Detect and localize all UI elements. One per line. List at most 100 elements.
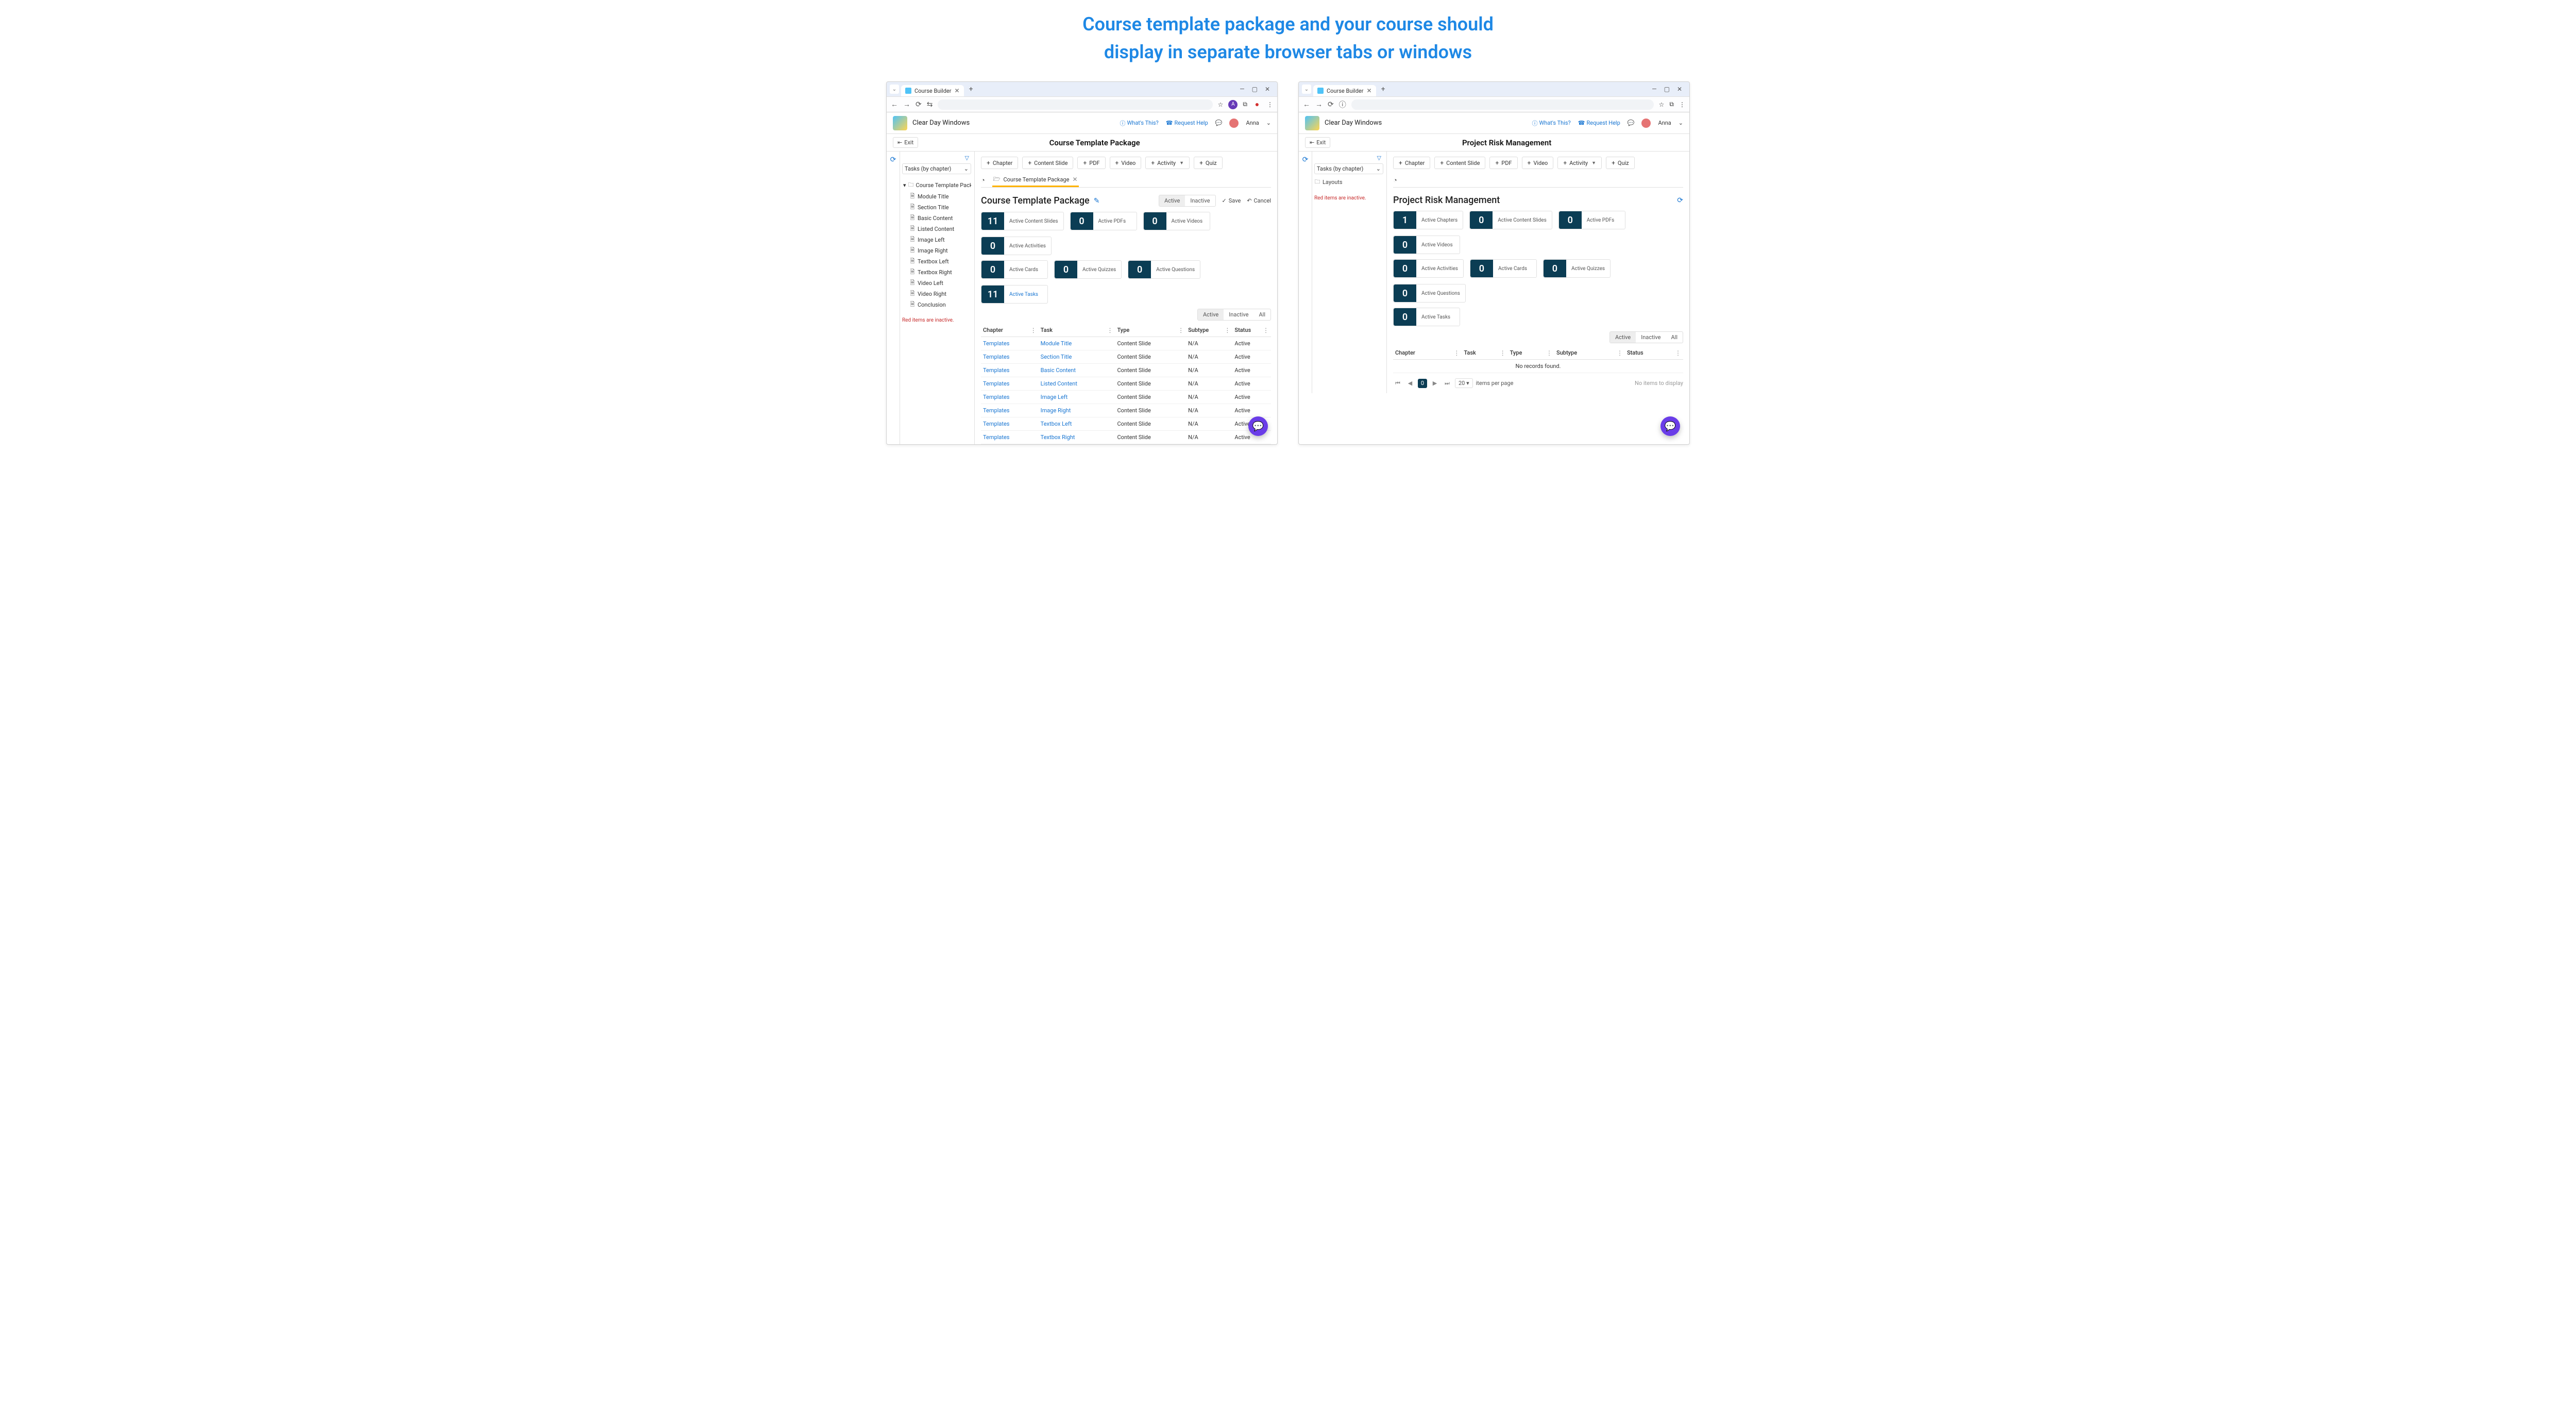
- forward-icon[interactable]: →: [1315, 100, 1323, 109]
- notif-icon[interactable]: ●: [1252, 100, 1262, 109]
- new-tab-button[interactable]: +: [966, 84, 976, 94]
- table-row[interactable]: TemplatesModule TitleContent SlideN/AAct…: [981, 337, 1271, 350]
- stat-card[interactable]: 0Active Cards: [981, 260, 1048, 279]
- col-subtype[interactable]: Subtype⋮: [1554, 346, 1625, 360]
- filter-all[interactable]: All: [1666, 332, 1683, 343]
- tree-item[interactable]: 🗎Image Right: [902, 245, 971, 256]
- stat-card[interactable]: 0Active Activities: [1393, 259, 1464, 278]
- tree-item[interactable]: 🗎Module Title: [902, 191, 971, 202]
- user-name[interactable]: Anna: [1658, 120, 1671, 126]
- pager-prev[interactable]: ◀: [1405, 379, 1415, 388]
- extensions-icon[interactable]: ⧉: [1243, 100, 1247, 108]
- state-active[interactable]: Active: [1159, 195, 1185, 206]
- address-bar[interactable]: [938, 99, 1212, 110]
- stat-card[interactable]: 0Active PDFs: [1070, 212, 1137, 230]
- add-content-slide-button[interactable]: +Content Slide: [1022, 157, 1073, 169]
- page-size-select[interactable]: 20 ▾: [1455, 378, 1473, 388]
- profile-chip[interactable]: A: [1228, 100, 1238, 109]
- menu-icon[interactable]: ⋮: [1267, 101, 1273, 108]
- edit-icon[interactable]: ✎: [1094, 197, 1100, 205]
- table-row[interactable]: TemplatesSection TitleContent SlideN/AAc…: [981, 350, 1271, 364]
- stat-card[interactable]: 0Active Quizzes: [1054, 260, 1122, 279]
- tree-item[interactable]: 🗎Listed Content: [902, 224, 971, 234]
- col-menu-icon[interactable]: ⋮: [1617, 349, 1623, 357]
- save-button[interactable]: ✓Save: [1222, 197, 1241, 204]
- filter-inactive[interactable]: Inactive: [1636, 332, 1666, 343]
- new-tab-button[interactable]: +: [1378, 84, 1388, 94]
- stat-card[interactable]: 11Active Tasks: [981, 285, 1048, 304]
- cell-chapter[interactable]: Templates: [983, 407, 1009, 414]
- tree-item[interactable]: 🗎Textbox Left: [902, 256, 971, 267]
- col-type[interactable]: Type⋮: [1115, 324, 1187, 337]
- tab-dropdown[interactable]: ⌄: [1302, 85, 1311, 94]
- col-chapter[interactable]: Chapter⋮: [981, 324, 1039, 337]
- col-menu-icon[interactable]: ⋮: [1546, 349, 1552, 357]
- col-menu-icon[interactable]: ⋮: [1263, 327, 1269, 334]
- exit-button[interactable]: ⇤Exit: [893, 137, 918, 148]
- user-caret-icon[interactable]: ⌄: [1266, 120, 1271, 126]
- star-icon[interactable]: ☆: [1218, 101, 1224, 108]
- pager-next[interactable]: ▶: [1430, 379, 1439, 388]
- menu-icon[interactable]: ⋮: [1679, 101, 1685, 108]
- state-inactive[interactable]: Inactive: [1185, 195, 1215, 206]
- refresh-icon[interactable]: ⟳: [890, 156, 896, 164]
- tab-dropdown[interactable]: ⌄: [890, 85, 899, 94]
- pager-last[interactable]: ⏭: [1443, 379, 1452, 388]
- table-row[interactable]: TemplatesImage LeftContent SlideN/AActiv…: [981, 391, 1271, 404]
- cell-task[interactable]: Basic Content: [1041, 367, 1076, 374]
- col-subtype[interactable]: Subtype⋮: [1186, 324, 1232, 337]
- back-icon[interactable]: ←: [891, 100, 898, 109]
- tree-item[interactable]: 🗎Video Left: [902, 278, 971, 289]
- stat-card[interactable]: 1Active Chapters: [1393, 211, 1463, 229]
- request-help-link[interactable]: ☎Request Help: [1166, 120, 1208, 126]
- cell-task[interactable]: Image Right: [1041, 407, 1071, 414]
- tab-close-icon[interactable]: ✕: [1367, 87, 1372, 94]
- tree-item[interactable]: 🗎Textbox Right: [902, 267, 971, 278]
- filter-inactive[interactable]: Inactive: [1224, 309, 1253, 320]
- col-menu-icon[interactable]: ⋮: [1178, 327, 1184, 334]
- stat-card[interactable]: 0Active Videos: [1143, 212, 1210, 230]
- add-activity-button[interactable]: +Activity▼: [1145, 157, 1190, 169]
- back-icon[interactable]: ←: [1303, 100, 1310, 109]
- stat-card[interactable]: 0Active Questions: [1393, 284, 1466, 303]
- tree-item[interactable]: 🗎Basic Content: [902, 213, 971, 224]
- add-pdf-button[interactable]: +PDF: [1077, 157, 1105, 169]
- cell-task[interactable]: Listed Content: [1041, 380, 1077, 387]
- exit-button[interactable]: ⇤Exit: [1305, 137, 1330, 148]
- add-content-slide-button[interactable]: +Content Slide: [1434, 157, 1485, 169]
- extensions-icon[interactable]: ⧉: [1669, 100, 1674, 108]
- table-state-filter[interactable]: Active Inactive All: [1197, 309, 1271, 321]
- add-quiz-button[interactable]: +Quiz: [1194, 157, 1223, 169]
- table-state-filter[interactable]: Active Inactive All: [1609, 331, 1683, 343]
- tree-root[interactable]: ▾ 🗀 Course Template Package: [902, 179, 971, 191]
- stat-card[interactable]: 0Active Quizzes: [1543, 259, 1611, 278]
- stat-card[interactable]: 0Active PDFs: [1558, 211, 1625, 229]
- filter-icon[interactable]: ▽: [1377, 155, 1381, 161]
- col-menu-icon[interactable]: ⋮: [1453, 349, 1460, 357]
- minimize-icon[interactable]: —: [1652, 86, 1656, 93]
- maximize-icon[interactable]: ▢: [1252, 86, 1258, 93]
- stat-card[interactable]: 0Active Cards: [1470, 259, 1537, 278]
- whats-this-link[interactable]: ⓘWhat's This?: [1120, 119, 1159, 127]
- col-status[interactable]: Status⋮: [1232, 324, 1271, 337]
- tree-item[interactable]: 🗎Section Title: [902, 202, 971, 213]
- chat-icon[interactable]: 💬: [1628, 120, 1635, 126]
- col-chapter[interactable]: Chapter⋮: [1393, 346, 1462, 360]
- layouts-folder[interactable]: 🗀 Layouts: [1314, 176, 1383, 188]
- cell-task[interactable]: Image Left: [1041, 394, 1068, 400]
- avatar[interactable]: [1229, 119, 1239, 128]
- col-menu-icon[interactable]: ⋮: [1675, 349, 1681, 357]
- close-window-icon[interactable]: ✕: [1677, 86, 1682, 93]
- collapse-icon[interactable]: ▾: [903, 182, 906, 189]
- cell-chapter[interactable]: Templates: [983, 421, 1009, 427]
- col-menu-icon[interactable]: ⋮: [1224, 327, 1230, 334]
- browser-tab[interactable]: Course Builder ✕: [1313, 85, 1376, 96]
- cell-chapter[interactable]: Templates: [983, 367, 1009, 374]
- table-row[interactable]: TemplatesBasic ContentContent SlideN/AAc…: [981, 364, 1271, 377]
- cell-task[interactable]: Section Title: [1041, 354, 1072, 360]
- add-chapter-button[interactable]: +Chapter: [1393, 157, 1430, 169]
- chat-icon[interactable]: 💬: [1215, 120, 1223, 126]
- col-task[interactable]: Task⋮: [1462, 346, 1507, 360]
- refresh-icon[interactable]: ⟳: [1677, 196, 1683, 205]
- col-menu-icon[interactable]: ⋮: [1030, 327, 1037, 334]
